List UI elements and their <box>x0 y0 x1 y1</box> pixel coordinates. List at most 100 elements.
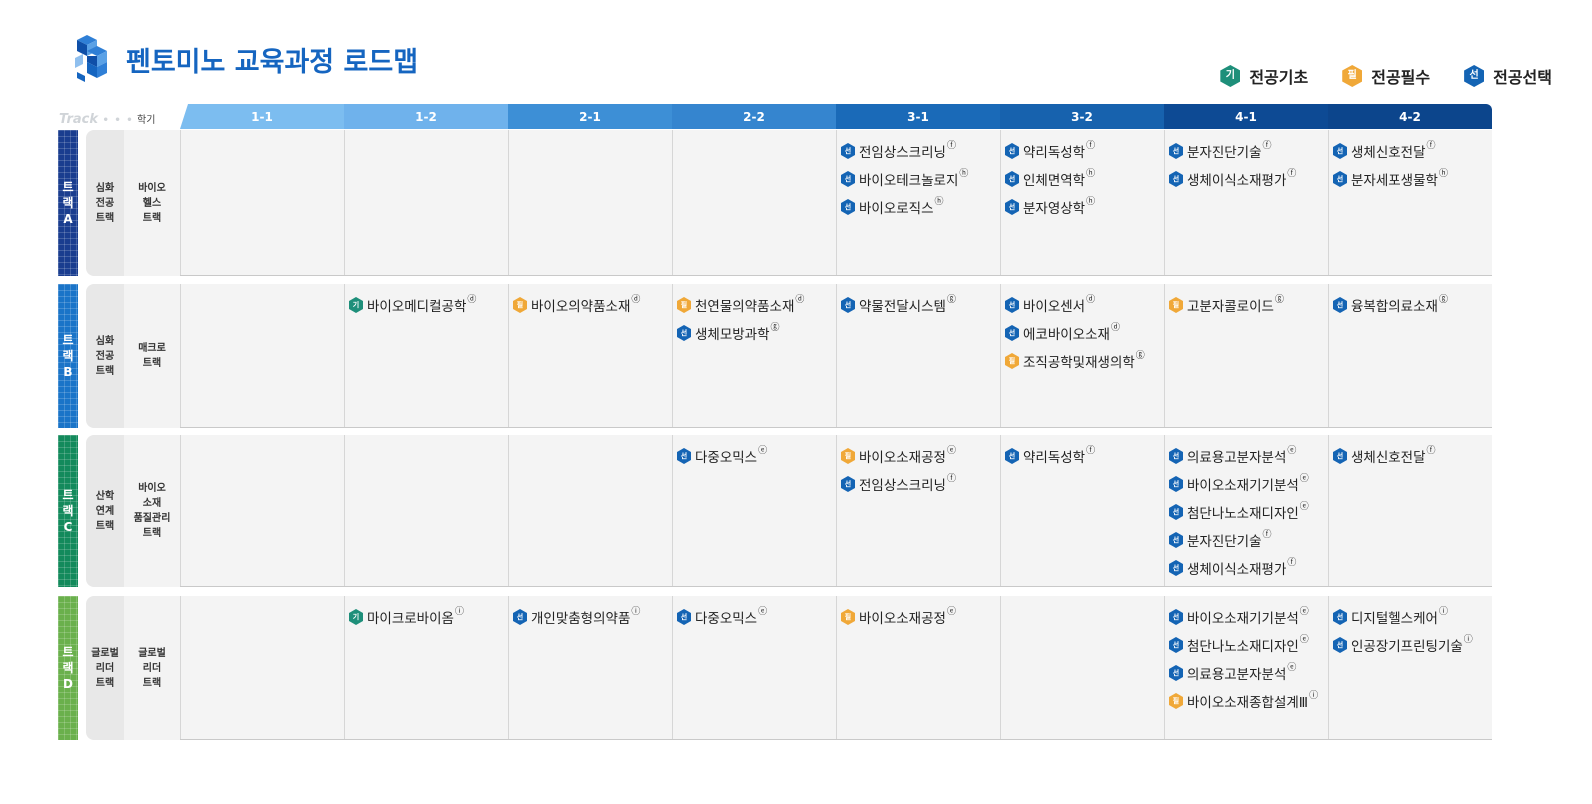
course-item[interactable]: 선 에코바이오소재ⓓ <box>1005 319 1164 347</box>
elective-badge-icon: 선 <box>1333 448 1347 464</box>
course-item[interactable]: 선 바이오테크놀로지ⓗ <box>841 165 1000 193</box>
semester-cell: 기 마이크로바이옴ⓘ <box>344 596 508 739</box>
course-annotation: ⓓ <box>1110 322 1120 333</box>
elective-badge-icon: 선 <box>1333 609 1347 625</box>
track-name: 바이오 소재 품질관리 트랙 <box>124 435 180 587</box>
course-item[interactable]: 선 바이오소재기기분석ⓔ <box>1169 603 1328 631</box>
course-annotation: ⓘ <box>1438 606 1448 617</box>
course-item[interactable]: 필 조직공학및재생의학ⓖ <box>1005 347 1164 375</box>
course-item[interactable]: 필 천연물의약품소재ⓓ <box>677 291 836 319</box>
course-item[interactable]: 선 전임상스크리닝ⓕ <box>841 470 1000 498</box>
course-item[interactable]: 선 생체신호전달ⓕ <box>1333 137 1492 165</box>
elective-badge-icon: 선 <box>1169 665 1183 681</box>
course-item[interactable]: 선 생체신호전달ⓕ <box>1333 442 1492 470</box>
elective-badge-icon: 선 <box>1005 199 1019 215</box>
course-name: 첨단나노소재디자인ⓔ <box>1187 634 1309 656</box>
course-item[interactable]: 필 바이오소재공정ⓔ <box>841 603 1000 631</box>
elective-badge-icon: 선 <box>1169 637 1183 653</box>
course-annotation: ⓗ <box>934 196 944 207</box>
semester-cell <box>672 130 836 275</box>
course-item[interactable]: 기 마이크로바이옴ⓘ <box>349 603 508 631</box>
course-name: 생체이식소재평가ⓕ <box>1187 557 1297 579</box>
track-row: 트 랙 A 심화 전공 트랙 바이오 헬스 트랙 선 전임상스크리닝ⓕ 선 바이오테크놀로지ⓗ 선 바이오로… <box>58 130 1492 276</box>
course-item[interactable]: 선 융복합의료소재ⓖ <box>1333 291 1492 319</box>
semester-cell <box>344 130 508 275</box>
course-item[interactable]: 선 약물전달시스템ⓖ <box>841 291 1000 319</box>
course-annotation: ⓔ <box>1299 501 1309 512</box>
course-name: 인공장기프린팅기술ⓘ <box>1351 634 1473 656</box>
course-name: 고분자콜로이드ⓖ <box>1187 294 1284 316</box>
course-annotation: ⓕ <box>1262 140 1272 151</box>
course-item[interactable]: 기 바이오메디컬공학ⓓ <box>349 291 508 319</box>
semester-cell <box>344 435 508 586</box>
course-item[interactable]: 선 의료용고분자분석ⓔ <box>1169 442 1328 470</box>
course-annotation: ⓕ <box>1262 529 1272 540</box>
elective-badge-icon: 선 <box>1169 532 1183 548</box>
course-name: 조직공학및재생의학ⓖ <box>1023 350 1145 372</box>
track-category: 글로벌 리더 트랙 <box>86 596 124 740</box>
semester-cell: 선 약물전달시스템ⓖ <box>836 284 1000 427</box>
track-row: 트 랙 D 글로벌 리더 트랙 글로벌 리더 트랙 기 마이크로바이옴ⓘ 선 개인맞춤형의약품ⓘ 선 다중오… <box>58 596 1492 740</box>
course-item[interactable]: 필 고분자콜로이드ⓖ <box>1169 291 1328 319</box>
course-item[interactable]: 선 바이오로직스ⓗ <box>841 193 1000 221</box>
elective-badge-icon: 선 <box>1333 143 1347 159</box>
track-category: 심화 전공 트랙 <box>86 130 124 276</box>
course-item[interactable]: 필 바이오소재공정ⓔ <box>841 442 1000 470</box>
course-item[interactable]: 선 생체이식소재평가ⓕ <box>1169 554 1328 582</box>
elective-badge-icon: 선 <box>1464 65 1485 87</box>
course-item[interactable]: 선 분자진단기술ⓕ <box>1169 526 1328 554</box>
semester-cell: 선 바이오센서ⓓ 선 에코바이오소재ⓓ 필 조직공학및재생의학ⓖ <box>1000 284 1164 427</box>
semester-cell <box>180 596 344 739</box>
elective-badge-icon: 선 <box>841 199 855 215</box>
course-item[interactable]: 선 전임상스크리닝ⓕ <box>841 137 1000 165</box>
semester-header-cell: 1-1 <box>180 104 344 129</box>
course-name: 바이오소재기기분석ⓔ <box>1187 606 1309 628</box>
semester-cell: 선 분자진단기술ⓕ 선 생체이식소재평가ⓕ <box>1164 130 1328 275</box>
course-item[interactable]: 필 바이오소재종합설계Ⅲⓘ <box>1169 687 1328 715</box>
course-item[interactable]: 필 바이오의약품소재ⓓ <box>513 291 672 319</box>
course-item[interactable]: 선 바이오소재기기분석ⓔ <box>1169 470 1328 498</box>
semester-header-cell: 3-1 <box>836 104 1000 129</box>
course-annotation: ⓔ <box>1287 445 1297 456</box>
course-item[interactable]: 선 분자진단기술ⓕ <box>1169 137 1328 165</box>
course-item[interactable]: 선 바이오센서ⓓ <box>1005 291 1164 319</box>
course-item[interactable]: 선 다중오믹스ⓔ <box>677 603 836 631</box>
course-item[interactable]: 선 분자세포생물학ⓗ <box>1333 165 1492 193</box>
course-item[interactable]: 선 첨단나노소재디자인ⓔ <box>1169 498 1328 526</box>
course-item[interactable]: 선 다중오믹스ⓔ <box>677 442 836 470</box>
track-name: 글로벌 리더 트랙 <box>124 596 180 740</box>
course-name: 마이크로바이옴ⓘ <box>367 606 464 628</box>
course-name: 인체면역학ⓗ <box>1023 168 1096 190</box>
course-name: 생체모방과학ⓖ <box>695 322 780 344</box>
course-annotation: ⓕ <box>1426 140 1436 151</box>
semester-cell: 선 의료용고분자분석ⓔ 선 바이오소재기기분석ⓔ 선 첨단나노소재디자인ⓔ 선 분자진단기술ⓕ… <box>1164 435 1328 586</box>
course-item[interactable]: 선 인공장기프린팅기술ⓘ <box>1333 631 1492 659</box>
page-title: 펜토미노 교육과정 로드맵 <box>126 47 419 78</box>
semester-cells: 선 전임상스크리닝ⓕ 선 바이오테크놀로지ⓗ 선 바이오로직스ⓗ 선 약리독성학ⓕ 선 인체면역학… <box>180 130 1492 276</box>
course-annotation: ⓖ <box>1274 294 1284 305</box>
basic-badge-icon: 기 <box>1220 65 1241 87</box>
semester-column-label: 학기 <box>137 115 156 126</box>
course-item[interactable]: 선 인체면역학ⓗ <box>1005 165 1164 193</box>
course-item[interactable]: 선 분자영상학ⓗ <box>1005 193 1164 221</box>
elective-badge-icon: 선 <box>1333 637 1347 653</box>
legend: 기 전공기초 필 전공필수 선 전공선택 <box>1220 64 1552 88</box>
course-item[interactable]: 선 생체이식소재평가ⓕ <box>1169 165 1328 193</box>
semester-cell: 선 바이오소재기기분석ⓔ 선 첨단나노소재디자인ⓔ 선 의료용고분자분석ⓔ 필 바이오소재종합… <box>1164 596 1328 739</box>
course-item[interactable]: 선 생체모방과학ⓖ <box>677 319 836 347</box>
course-name: 약리독성학ⓕ <box>1023 445 1096 467</box>
course-item[interactable]: 선 약리독성학ⓕ <box>1005 137 1164 165</box>
elective-badge-icon: 선 <box>1005 448 1019 464</box>
course-name: 바이오로직스ⓗ <box>859 196 944 218</box>
course-annotation: ⓔ <box>1299 473 1309 484</box>
course-item[interactable]: 선 첨단나노소재디자인ⓔ <box>1169 631 1328 659</box>
semester-cell: 선 전임상스크리닝ⓕ 선 바이오테크놀로지ⓗ 선 바이오로직스ⓗ <box>836 130 1000 275</box>
course-item[interactable]: 선 디지털헬스케어ⓘ <box>1333 603 1492 631</box>
course-item[interactable]: 선 약리독성학ⓕ <box>1005 442 1164 470</box>
track-label: 트랙B <box>58 284 78 428</box>
course-item[interactable]: 선 의료용고분자분석ⓔ <box>1169 659 1328 687</box>
course-item[interactable]: 선 개인맞춤형의약품ⓘ <box>513 603 672 631</box>
course-name: 생체신호전달ⓕ <box>1351 140 1436 162</box>
elective-badge-icon: 선 <box>1169 560 1183 576</box>
course-name: 개인맞춤형의약품ⓘ <box>531 606 641 628</box>
